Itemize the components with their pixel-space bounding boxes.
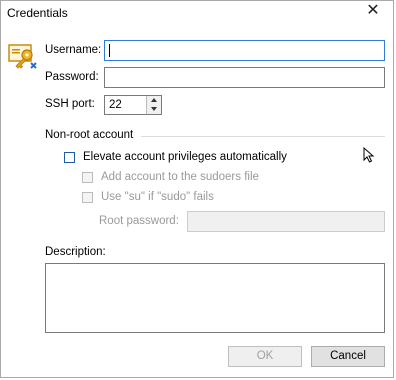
stepper-buttons (146, 96, 161, 114)
password-label: Password: (45, 71, 99, 83)
description-label: Description: (45, 246, 106, 258)
elevate-privileges-checkbox[interactable] (64, 151, 75, 163)
group-divider (141, 136, 385, 137)
use-su-option[interactable]: Use "su" if "sudo" fails (82, 191, 214, 203)
ssh-port-value[interactable]: 22 (109, 99, 122, 111)
close-icon[interactable]: ✕ (363, 2, 383, 20)
text-caret (109, 44, 110, 57)
arrow-up-icon (151, 98, 157, 102)
username-field[interactable] (104, 40, 385, 61)
dialog-title: Credentials (7, 6, 68, 20)
credentials-key-icon (8, 44, 37, 69)
mouse-pointer-icon (363, 147, 375, 163)
sudoers-label: Add account to the sudoers file (101, 171, 259, 183)
elevate-privileges-label: Elevate account privileges automatically (83, 151, 287, 163)
nonroot-group-title: Non-root account (45, 129, 134, 141)
use-su-checkbox[interactable] (82, 191, 93, 203)
credentials-dialog: Credentials ✕ Username: Password: SSH po… (0, 0, 394, 378)
description-field[interactable] (45, 263, 385, 333)
ssh-port-stepper[interactable]: 22 (104, 95, 162, 115)
sudoers-checkbox[interactable] (82, 171, 93, 183)
cancel-button[interactable]: Cancel (311, 346, 385, 367)
ssh-port-label: SSH port: (45, 98, 95, 110)
elevate-privileges-option[interactable]: Elevate account privileges automatically (64, 151, 287, 163)
arrow-down-icon (151, 107, 157, 111)
username-label: Username: (45, 44, 102, 56)
use-su-label: Use "su" if "sudo" fails (101, 191, 214, 203)
password-field[interactable] (104, 67, 385, 88)
stepper-down-button[interactable] (147, 105, 161, 114)
root-password-field[interactable] (187, 211, 385, 232)
sudoers-option[interactable]: Add account to the sudoers file (82, 171, 259, 183)
root-password-label: Root password: (99, 215, 179, 227)
ok-button[interactable]: OK (228, 346, 302, 367)
